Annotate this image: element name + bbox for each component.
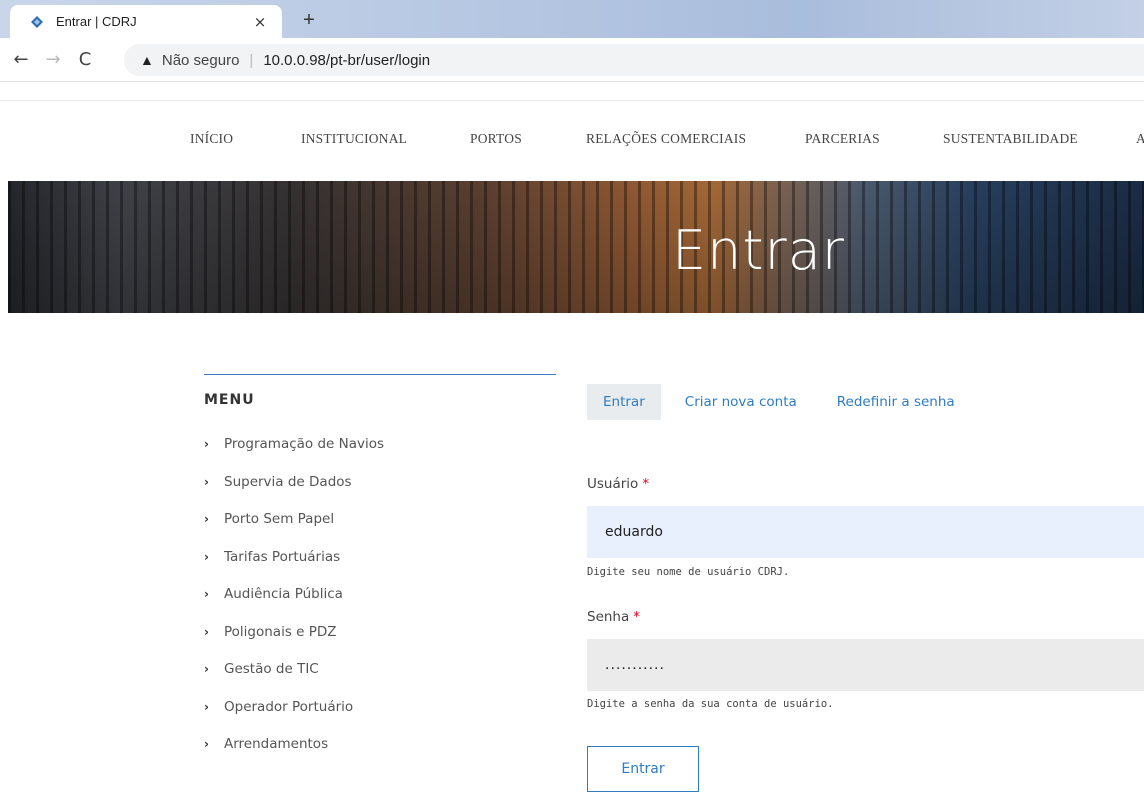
chevron-right-icon: › [204,662,209,676]
sidebar-menu: › Programação de Navios › Supervia de Dado… [204,436,384,774]
sidebar-item-label: Arrendamentos [224,736,329,752]
forward-arrow-icon[interactable]: → [42,49,64,70]
chevron-right-icon: › [204,737,209,751]
sidebar-title: MENU [204,392,255,408]
username-label: Usuário * [587,476,649,492]
warning-triangle-icon: ▲ [140,52,154,68]
chevron-right-icon: › [204,587,209,601]
chevron-right-icon: › [204,699,209,714]
page-title: Entrar [672,219,846,282]
chevron-right-icon: › [204,549,209,564]
chevron-right-icon: › [204,624,209,639]
nav-truncated-item[interactable]: A [1136,131,1144,147]
sidebar-item-poligonais-e-pdz[interactable]: › Poligonais e PDZ [204,624,384,662]
url-separator: | [249,51,254,69]
sidebar-item-label: Gestão de TIC [224,661,319,677]
sidebar-item-tarifas-portuarias[interactable]: › Tarifas Portuárias [204,549,384,587]
required-mark: * [633,609,641,625]
hero-banner: Entrar [8,181,1144,313]
url-text[interactable]: 10.0.0.98/pt-br/user/login [263,52,430,69]
password-input[interactable] [587,639,1144,691]
address-bar: ← → C ▲ Não seguro | 10.0.0.98/pt-br/use… [0,38,1144,82]
sidebar-item-label: Audiência Pública [224,586,343,602]
reload-icon[interactable]: C [74,49,96,70]
new-tab-button[interactable]: + [296,9,322,33]
nav-relacoes-comerciais[interactable]: RELAÇÕES COMERCIAIS [586,131,746,147]
sidebar-item-label: Operador Portuário [224,698,354,715]
nav-portos[interactable]: PORTOS [470,131,522,147]
tab-redefinir-senha[interactable]: Redefinir a senha [821,384,971,420]
sidebar-item-arrendamentos[interactable]: › Arrendamentos [204,736,384,774]
chevron-right-icon: › [204,474,209,489]
site-navigation: INÍCIO INSTITUCIONAL PORTOS RELAÇÕES COM… [0,100,1144,180]
required-mark: * [642,476,650,492]
cdrj-logo-icon [31,15,43,28]
url-omnibox[interactable]: ▲ Não seguro | 10.0.0.98/pt-br/user/logi… [124,44,1144,76]
chevron-right-icon: › [204,512,209,526]
username-label-text: Usuário [587,476,639,492]
nav-inicio[interactable]: INÍCIO [190,131,233,147]
sidebar-item-label: Poligonais e PDZ [224,623,337,640]
login-submit-button[interactable]: Entrar [587,746,699,792]
nav-institucional[interactable]: INSTITUCIONAL [301,131,407,147]
sidebar-item-gestao-de-tic[interactable]: › Gestão de TIC [204,661,384,699]
back-arrow-icon[interactable]: ← [10,49,32,70]
username-help-text: Digite seu nome de usuário CDRJ. [587,566,790,578]
sidebar-item-audiencia-publica[interactable]: › Audiência Pública [204,586,384,624]
password-label: Senha * [587,609,640,625]
password-label-text: Senha [587,609,630,625]
sidebar-item-label: Supervia de Dados [224,473,352,490]
sidebar-item-label: Programação de Navios [224,436,385,452]
sidebar-item-porto-sem-papel[interactable]: › Porto Sem Papel [204,511,384,549]
nav-sustentabilidade[interactable]: SUSTENTABILIDADE [943,131,1078,147]
close-tab-icon[interactable]: × [250,13,270,31]
login-tabs: Entrar Criar nova conta Redefinir a senh… [587,384,979,420]
security-indicator[interactable]: Não seguro [162,52,240,69]
sidebar-item-label: Tarifas Portuárias [224,548,341,565]
browser-tab-strip: Entrar | CDRJ × + [0,0,1144,38]
sidebar-divider [204,374,556,375]
password-help-text: Digite a senha da sua conta de usuário. [587,698,834,710]
sidebar-item-operador-portuario[interactable]: › Operador Portuário [204,699,384,737]
browser-tab[interactable]: Entrar | CDRJ × [10,5,282,38]
tab-criar-nova-conta[interactable]: Criar nova conta [669,384,813,420]
username-input[interactable] [587,506,1144,558]
nav-parcerias[interactable]: PARCERIAS [805,131,880,147]
sidebar-item-programacao-de-navios[interactable]: › Programação de Navios [204,436,384,474]
sidebar-item-label: Porto Sem Papel [224,511,335,527]
sidebar-item-supervia-de-dados[interactable]: › Supervia de Dados [204,474,384,512]
chevron-right-icon: › [204,437,209,451]
tab-entrar[interactable]: Entrar [587,384,661,420]
browser-tab-title: Entrar | CDRJ [56,14,137,29]
